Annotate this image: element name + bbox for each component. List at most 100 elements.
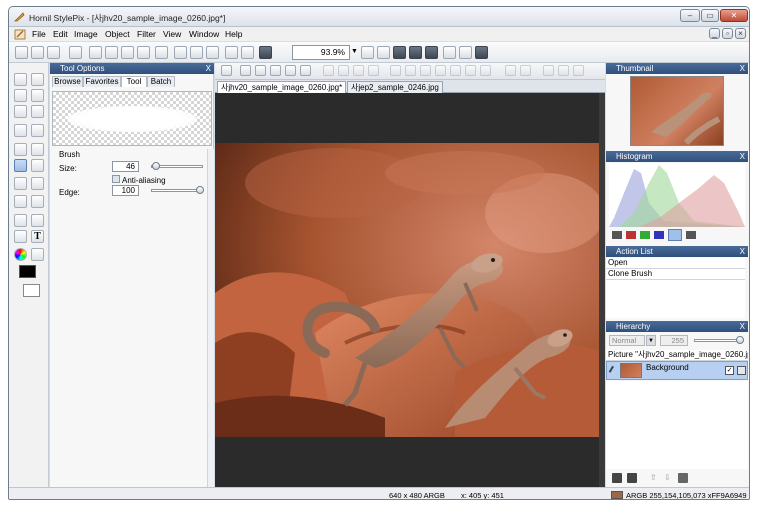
histogram-red-channel-icon[interactable] bbox=[626, 231, 636, 239]
histogram-mode-icon[interactable] bbox=[686, 231, 696, 239]
view-tool-icon[interactable] bbox=[14, 73, 27, 86]
fit-screen-icon[interactable] bbox=[393, 46, 406, 59]
grid-icon[interactable] bbox=[459, 46, 472, 59]
ruler-icon[interactable] bbox=[443, 46, 456, 59]
magic-wand-tool-icon[interactable] bbox=[31, 105, 44, 118]
sharpen-tool-icon[interactable] bbox=[31, 195, 44, 208]
transform-icon[interactable] bbox=[221, 65, 232, 76]
space-h-icon[interactable] bbox=[505, 65, 516, 76]
menu-view[interactable]: View bbox=[163, 29, 181, 39]
fill-tool-icon[interactable] bbox=[14, 177, 27, 190]
align-bottom-icon[interactable] bbox=[405, 65, 416, 76]
distribute-h-icon[interactable] bbox=[450, 65, 461, 76]
line-tool-icon[interactable] bbox=[31, 214, 44, 227]
hierarchy-close-icon[interactable]: X bbox=[740, 321, 745, 332]
print-icon[interactable] bbox=[69, 46, 82, 59]
thumbnail-image[interactable] bbox=[630, 76, 724, 146]
rotate-left-icon[interactable] bbox=[270, 65, 281, 76]
pen-tool-icon[interactable] bbox=[14, 214, 27, 227]
foreground-color-swatch[interactable] bbox=[19, 265, 36, 278]
menu-window[interactable]: Window bbox=[189, 29, 219, 39]
histogram-green-channel-icon[interactable] bbox=[640, 231, 650, 239]
new-file-icon[interactable] bbox=[15, 46, 28, 59]
brush-section-label[interactable]: Brush bbox=[59, 150, 80, 159]
zoom-select[interactable]: 93.9% bbox=[292, 45, 350, 60]
arrange-front-icon[interactable] bbox=[480, 65, 491, 76]
new-layer-icon[interactable] bbox=[612, 473, 622, 483]
marquee-tool-icon[interactable] bbox=[14, 124, 27, 137]
align-middle-icon[interactable] bbox=[390, 65, 401, 76]
stamp-tool-icon[interactable] bbox=[31, 159, 44, 172]
zoom-out-icon[interactable] bbox=[377, 46, 390, 59]
canvas-image[interactable] bbox=[215, 143, 605, 437]
align-top-icon[interactable] bbox=[368, 65, 379, 76]
flip-horizontal-icon[interactable] bbox=[240, 65, 251, 76]
mdi-minimize-button[interactable]: _ bbox=[709, 28, 720, 39]
move-tool-icon[interactable] bbox=[31, 73, 44, 86]
blend-dropdown-icon[interactable]: ▼ bbox=[646, 335, 656, 346]
histogram-luminance-icon[interactable] bbox=[668, 229, 682, 241]
menu-object[interactable]: Object bbox=[105, 29, 130, 39]
ellipse-select-tool-icon[interactable] bbox=[31, 89, 44, 102]
duplicate-layer-icon[interactable] bbox=[627, 473, 637, 483]
panel-toggle-icon[interactable] bbox=[259, 46, 272, 59]
flip-vertical-icon[interactable] bbox=[255, 65, 266, 76]
shape-tool-icon[interactable] bbox=[14, 230, 27, 243]
zoom-dropdown-icon[interactable]: ▼ bbox=[351, 48, 358, 55]
rect-select-tool-icon[interactable] bbox=[14, 89, 27, 102]
delete-layer-icon[interactable] bbox=[678, 473, 688, 483]
lasso-tool-icon[interactable] bbox=[14, 105, 27, 118]
copy-icon[interactable] bbox=[190, 46, 203, 59]
move-layer-up-icon[interactable]: ⇧ bbox=[650, 473, 658, 483]
layer-lock-icon[interactable] bbox=[737, 366, 746, 375]
action-list-close-icon[interactable]: X bbox=[740, 246, 745, 257]
tool-options-close-icon[interactable]: X bbox=[206, 63, 211, 74]
size-match-icon[interactable] bbox=[543, 65, 554, 76]
space-v-icon[interactable] bbox=[520, 65, 531, 76]
distribute-icon[interactable] bbox=[420, 65, 431, 76]
paste-icon[interactable] bbox=[206, 46, 219, 59]
move-layer-down-icon[interactable]: ⇩ bbox=[664, 473, 672, 483]
tab-tool[interactable]: Tool bbox=[121, 76, 147, 87]
next-icon[interactable] bbox=[121, 46, 134, 59]
menu-image[interactable]: Image bbox=[74, 29, 98, 39]
full-screen-icon[interactable] bbox=[425, 46, 438, 59]
mdi-restore-button[interactable]: ▫ bbox=[722, 28, 733, 39]
close-doc-icon[interactable] bbox=[137, 46, 150, 59]
anti-aliasing-checkbox[interactable] bbox=[112, 175, 120, 183]
distribute-v-icon[interactable] bbox=[435, 65, 446, 76]
rotate-icon[interactable] bbox=[300, 65, 311, 76]
mdi-close-button[interactable]: × bbox=[735, 28, 746, 39]
close-button[interactable]: ✕ bbox=[720, 9, 748, 22]
actual-size-icon[interactable] bbox=[409, 46, 422, 59]
size-input[interactable]: 46 bbox=[112, 161, 139, 172]
document-tab-active[interactable]: 사jhv20_sample_image_0260.jpg* bbox=[217, 81, 347, 93]
document-tab[interactable]: 사jep2_sample_0246.jpg bbox=[347, 81, 443, 93]
arrange-icon[interactable] bbox=[465, 65, 476, 76]
edge-slider-knob[interactable] bbox=[196, 186, 204, 194]
menu-help[interactable]: Help bbox=[225, 29, 242, 39]
action-item-open[interactable]: Open bbox=[606, 258, 745, 269]
background-color-swatch[interactable] bbox=[23, 284, 40, 297]
tab-favorites[interactable]: Favorites bbox=[83, 76, 121, 87]
size-fit-icon[interactable] bbox=[558, 65, 569, 76]
smudge-tool-icon[interactable] bbox=[14, 195, 27, 208]
snap-icon[interactable] bbox=[475, 46, 488, 59]
opacity-slider[interactable] bbox=[694, 339, 742, 342]
zoom-in-icon[interactable] bbox=[361, 46, 374, 59]
options-scrollbar[interactable] bbox=[207, 149, 214, 487]
opacity-slider-knob[interactable] bbox=[736, 336, 744, 344]
layer-row-background[interactable]: Background ✓ bbox=[606, 361, 748, 380]
eraser-tool-icon[interactable] bbox=[31, 143, 44, 156]
layer-visibility-checkbox[interactable]: ✓ bbox=[725, 366, 734, 375]
edge-input[interactable]: 100 bbox=[112, 185, 139, 196]
size-slider-knob[interactable] bbox=[152, 162, 160, 170]
menu-filter[interactable]: Filter bbox=[137, 29, 156, 39]
group-icon[interactable] bbox=[573, 65, 584, 76]
brush-tool-icon[interactable] bbox=[14, 143, 27, 156]
rotate-right-icon[interactable] bbox=[285, 65, 296, 76]
redo-icon[interactable] bbox=[241, 46, 254, 59]
gradient-tool-icon[interactable] bbox=[31, 177, 44, 190]
maximize-button[interactable]: ▭ bbox=[701, 9, 719, 22]
menu-file[interactable]: File bbox=[32, 29, 46, 39]
